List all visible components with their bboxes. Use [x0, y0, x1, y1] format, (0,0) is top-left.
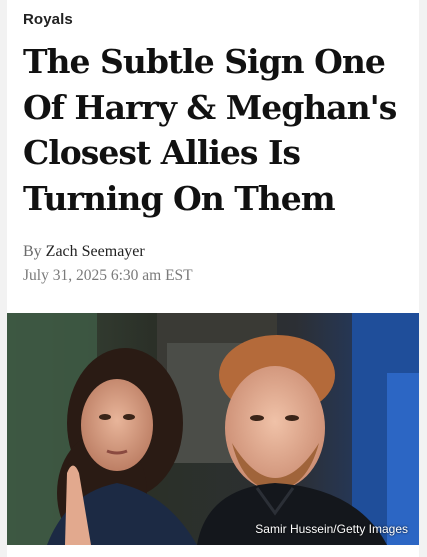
- byline-prefix: By: [23, 243, 42, 260]
- author-link[interactable]: Zach Seemayer: [46, 243, 145, 260]
- article-hero-image[interactable]: Samir Hussein/Getty Images: [7, 313, 419, 545]
- publish-date: July 31, 2025 6:30 am EST: [23, 267, 193, 284]
- photo-credit: Samir Hussein/Getty Images: [255, 522, 408, 536]
- content-divider: [7, 545, 419, 557]
- article-headline: The Subtle Sign One Of Harry & Meghan's …: [23, 42, 397, 218]
- byline: By Zach Seemayer: [23, 243, 145, 261]
- article-card: Royals The Subtle Sign One Of Harry & Me…: [7, 0, 419, 557]
- category-link[interactable]: Royals: [23, 11, 73, 28]
- hero-photo-illustration: [7, 313, 419, 545]
